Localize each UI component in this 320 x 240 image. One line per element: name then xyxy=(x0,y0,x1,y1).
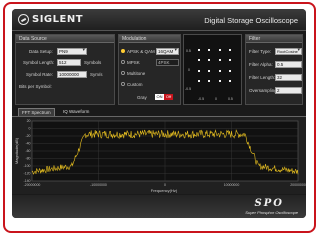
y-tick-labels: 200-20-40-60-80-100-120-140 xyxy=(23,119,30,183)
tab-iq-waveform[interactable]: IQ Waveform xyxy=(60,108,92,116)
y-tick-label: -60 xyxy=(25,149,30,153)
filter-type-label: Filter Type: xyxy=(249,49,272,54)
custom-label[interactable]: Custom xyxy=(127,82,143,87)
constellation-point xyxy=(229,70,231,72)
constellation-x-label: 0.5 xyxy=(228,97,233,101)
header-bar: SIGLENT Digital Storage Oscilloscope xyxy=(12,9,306,31)
filter-length-label: Filter Length: xyxy=(249,75,276,80)
symbol-rate-input[interactable]: 10000000 xyxy=(57,71,87,78)
constellation-point xyxy=(229,59,231,61)
x-tick-label: -10000000 xyxy=(90,183,107,187)
tab-fft-spectrum[interactable]: FFT Spectrum xyxy=(18,108,55,116)
constellation-point xyxy=(198,59,200,61)
filter-type-select[interactable]: RootCosine xyxy=(275,48,302,55)
filter-alpha-input[interactable]: 0.5 xyxy=(275,61,302,68)
constellation-y-label: 0.5 xyxy=(186,49,191,53)
constellation-point xyxy=(198,70,200,72)
filter-title: Filter xyxy=(246,35,302,43)
app-window: SIGLENT Digital Storage Oscilloscope Dat… xyxy=(12,9,306,218)
constellation-x-label: 0 xyxy=(215,97,217,101)
gray-on-button[interactable]: ON xyxy=(155,94,164,100)
oversampling-input[interactable]: 2 xyxy=(275,87,302,94)
filter-alpha-label: Filter Alpha: xyxy=(249,62,273,67)
brand-name: SIGLENT xyxy=(32,14,84,25)
siglent-logo-icon xyxy=(18,14,29,25)
y-tick-label: -120 xyxy=(23,172,30,176)
data-source-title: Data Source xyxy=(16,35,114,43)
apsk-qam-radio[interactable] xyxy=(121,49,125,53)
constellation-x-label: -0.5 xyxy=(198,97,205,101)
gray-label: Gray xyxy=(137,95,147,100)
spo-tagline: Super Phosphor Oscilloscope xyxy=(245,210,298,215)
spectrum-chart: 200-20-40-60-80-100-120-140 -20000000 -10… xyxy=(14,119,306,193)
constellation-point xyxy=(208,70,210,72)
app-title: Digital Storage Oscilloscope xyxy=(204,16,298,25)
constellation-point xyxy=(219,59,221,61)
data-setup-select[interactable]: PN9 xyxy=(57,48,87,55)
symbol-length-label: Symbol Length: xyxy=(23,60,55,65)
mpsk-radio[interactable] xyxy=(121,60,125,64)
constellation-point xyxy=(208,49,210,51)
constellation-point xyxy=(208,59,210,61)
spo-logo: SPO xyxy=(254,198,284,209)
y-tick-label: 0 xyxy=(29,127,31,131)
custom-radio[interactable] xyxy=(121,82,125,86)
y-tick-label: -100 xyxy=(23,164,30,168)
filter-length-input[interactable]: 32 xyxy=(275,74,302,81)
symbol-rate-unit: Sym/s xyxy=(90,72,103,77)
x-tick-label: 10000000 xyxy=(224,183,240,187)
x-tick-label: -20000000 xyxy=(24,183,41,187)
y-tick-label: -20 xyxy=(25,134,30,138)
constellation-diagram: 0.5 0 -0.5 -0.5 0 0.5 xyxy=(183,34,242,105)
x-tick-labels: -20000000 -10000000 0 10000000 20000000 xyxy=(24,183,306,187)
symbol-length-input[interactable]: 512 xyxy=(57,59,81,66)
constellation-point xyxy=(229,80,231,82)
y-tick-label: -40 xyxy=(25,142,30,146)
constellation-point xyxy=(208,80,210,82)
oversampling-label: Oversampling: xyxy=(249,88,279,93)
apsk-qam-label[interactable]: APSK & QAM xyxy=(127,49,155,54)
x-tick-label: 0 xyxy=(164,183,166,187)
x-axis-label: Frequency(Hz) xyxy=(151,188,178,193)
gray-off-button[interactable]: Off xyxy=(164,94,173,100)
mpsk-select[interactable]: 4PSK xyxy=(156,59,179,66)
footer-bar: SPO Super Phosphor Oscilloscope xyxy=(12,195,306,218)
constellation-point xyxy=(219,49,221,51)
symbol-length-unit: Symbols xyxy=(84,60,102,65)
constellation-y-label: -0.5 xyxy=(185,87,192,91)
view-tabs: FFT Spectrum IQ Waveform xyxy=(12,108,306,116)
data-setup-label: Data Setup: xyxy=(29,49,53,54)
x-tick-label: 20000000 xyxy=(290,183,306,187)
constellation-point xyxy=(198,80,200,82)
y-tick-label: -80 xyxy=(25,157,30,161)
multitone-label[interactable]: Multitone xyxy=(127,71,145,76)
modulation-panel: Modulation APSK & QAM 16QAM MPSK 4PSK Mu… xyxy=(118,34,181,105)
y-tick-label: 20 xyxy=(27,119,31,123)
data-source-panel: Data Source Data Setup: PN9 Symbol Lengt… xyxy=(15,34,115,105)
constellation-point xyxy=(219,70,221,72)
multitone-radio[interactable] xyxy=(121,71,125,75)
constellation-y-label: 0 xyxy=(188,68,190,72)
constellation-point xyxy=(229,49,231,51)
constellation-point xyxy=(198,49,200,51)
filter-panel: Filter Filter Type: RootCosine Filter Al… xyxy=(245,34,303,105)
mpsk-label[interactable]: MPSK xyxy=(127,60,140,65)
fft-spectrum-plot: 20 0 -20 -40 -60 -80 -100 -120 -140 -20000000 -10… xyxy=(12,116,306,194)
y-axis-label: Magnitude(dB) xyxy=(14,137,19,164)
apsk-qam-select[interactable]: 16QAM xyxy=(156,48,179,55)
constellation-point xyxy=(219,80,221,82)
symbol-rate-label: Symbol Rate: xyxy=(26,72,54,77)
bits-per-symbol-label: Bits per Symbol: xyxy=(19,84,52,89)
modulation-title: Modulation xyxy=(119,35,180,43)
